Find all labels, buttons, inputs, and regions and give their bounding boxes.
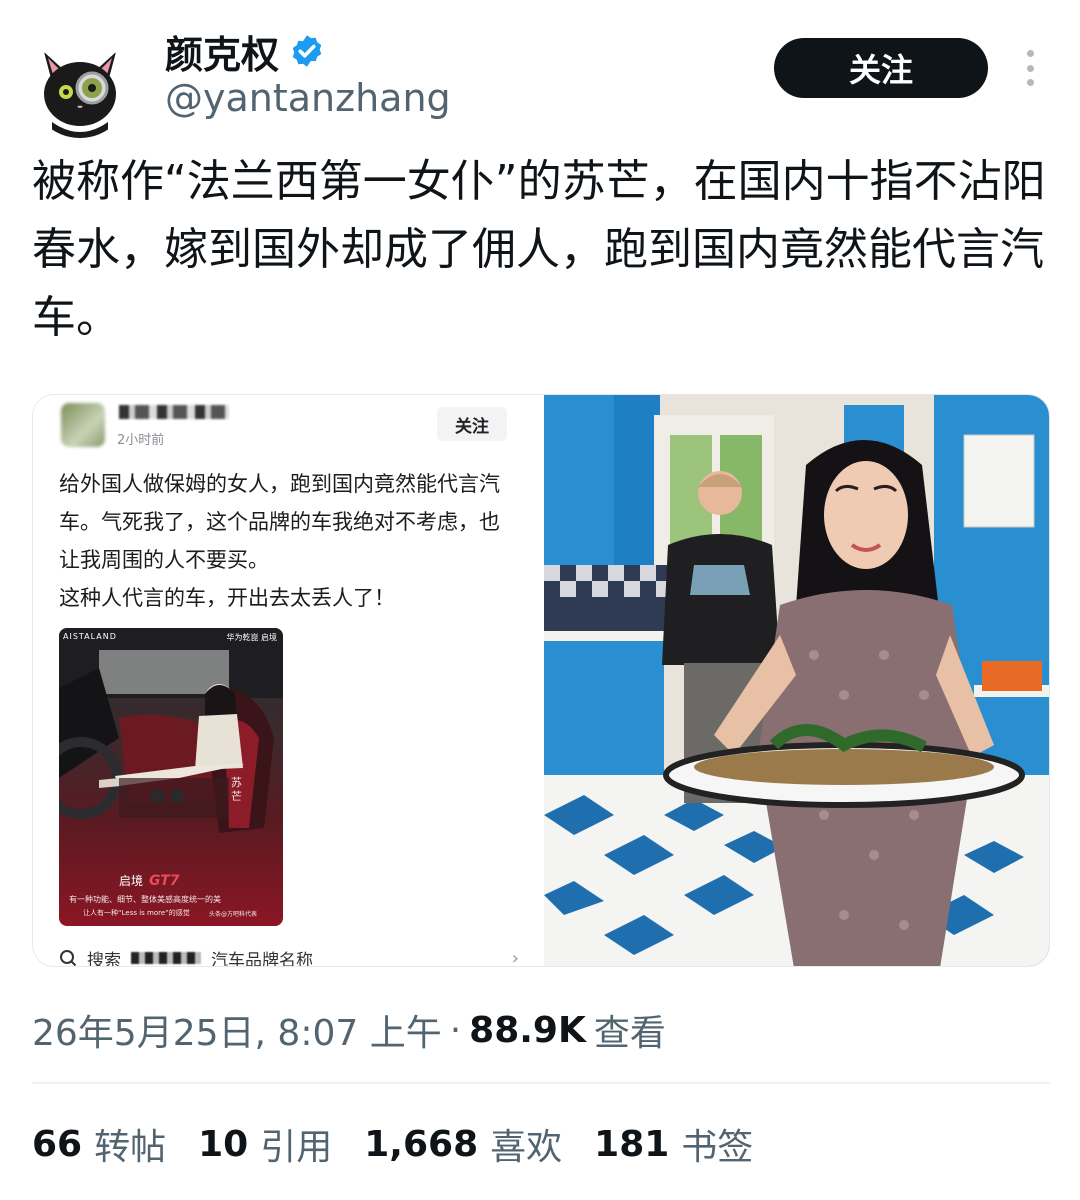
ad-model-row: 启境 GT7 (119, 872, 180, 889)
reposts-count: 66 (32, 1123, 83, 1165)
tweet-stats: 66 转帖 10 引用 1,668 喜欢 181 书签 (32, 1118, 753, 1170)
tweet-timestamp[interactable]: 26年5月25日, 8:07 上午 (32, 1004, 442, 1056)
tweet-meta: 26年5月25日, 8:07 上午 · 88.9K 查看 (32, 1002, 666, 1058)
embedded-avatar (61, 403, 105, 447)
likes-label: 喜欢 (490, 1127, 563, 1168)
embedded-post-time: 2小时前 (117, 433, 165, 448)
ad-tagline-1: 有一种功能、细节、整体美感高度统一的美 (69, 895, 221, 904)
ad-brand-left: AISTALAND (63, 632, 117, 641)
embedded-follow-button: 关注 (437, 407, 507, 441)
bookmarks-count: 181 (594, 1123, 670, 1165)
likes-stat[interactable]: 1,668 喜欢 (364, 1118, 562, 1170)
search-icon (60, 950, 77, 966)
author-handle[interactable]: @yantanzhang (165, 76, 451, 120)
views-label: 查看 (593, 1013, 666, 1054)
ad-model-en: GT7 (149, 873, 180, 889)
more-dot-icon (1026, 79, 1034, 86)
more-dot-icon (1026, 50, 1034, 57)
quotes-label: 引用 (260, 1127, 333, 1168)
quotes-stat[interactable]: 10 引用 (198, 1118, 332, 1170)
meta-separator: · (449, 1009, 462, 1051)
ad-tagline-2: 让人有一种“Less is more”的感觉 (83, 909, 190, 917)
black-cat-avatar-icon (30, 38, 130, 138)
ad-model-cn: 启境 (119, 874, 144, 888)
embedded-search-hint: 汽车品牌名称 (211, 950, 313, 967)
media-image-kitchen-photo[interactable] (544, 395, 1049, 966)
car-ad-image: AISTALAND 华为乾崑 启境 苏芒 启境 GT7 有一种功能、细节、整体美… (59, 628, 283, 926)
author-display-name[interactable]: 颜克权 (165, 24, 279, 79)
ad-vertical-name: 苏芒 (231, 776, 242, 803)
embedded-search-label: 搜索 (87, 950, 121, 967)
divider (32, 1082, 1050, 1084)
ad-watermark: 头条@方吧科代表 (209, 911, 258, 918)
likes-count: 1,668 (364, 1123, 479, 1165)
more-dot-icon (1026, 64, 1034, 72)
embedded-search-bar: 搜索 汽车品牌名称 › (59, 943, 519, 966)
embedded-name-blurred (119, 405, 229, 419)
author-name-row: 颜克权 (165, 24, 325, 79)
ad-brand-right: 华为乾崑 启境 (226, 633, 277, 642)
reposts-label: 转帖 (94, 1127, 167, 1168)
tweet-media[interactable]: 2小时前 关注 给外国人做保姆的女人，跑到国内竟然能代言汽车。气死我了，这个品牌… (32, 394, 1050, 967)
tweet-text: 被称作“法兰西第一女仆”的苏芒，在国内十指不沾阳春水，嫁到国外却成了佣人，跑到国… (32, 156, 1046, 343)
bookmarks-stat[interactable]: 181 书签 (594, 1118, 753, 1170)
follow-button[interactable]: 关注 (774, 38, 988, 98)
media-image-post-screenshot[interactable]: 2小时前 关注 给外国人做保姆的女人，跑到国内竟然能代言汽车。气死我了，这个品牌… (33, 395, 534, 966)
quotes-count: 10 (198, 1123, 249, 1165)
views-count: 88.9K (469, 1009, 586, 1051)
reposts-stat[interactable]: 66 转帖 (32, 1118, 166, 1170)
bookmarks-label: 书签 (681, 1127, 754, 1168)
more-options-button[interactable] (1012, 46, 1048, 90)
author-avatar[interactable] (30, 38, 130, 138)
kitchen-photo-illustration (544, 395, 1049, 966)
chevron-right-icon: › (511, 947, 519, 967)
embedded-post-text: 给外国人做保姆的女人，跑到国内竟然能代言汽车。气死我了，这个品牌的车我绝对不考虑… (59, 472, 500, 610)
embedded-search-blurred (131, 952, 201, 964)
verified-badge-icon (292, 35, 322, 67)
